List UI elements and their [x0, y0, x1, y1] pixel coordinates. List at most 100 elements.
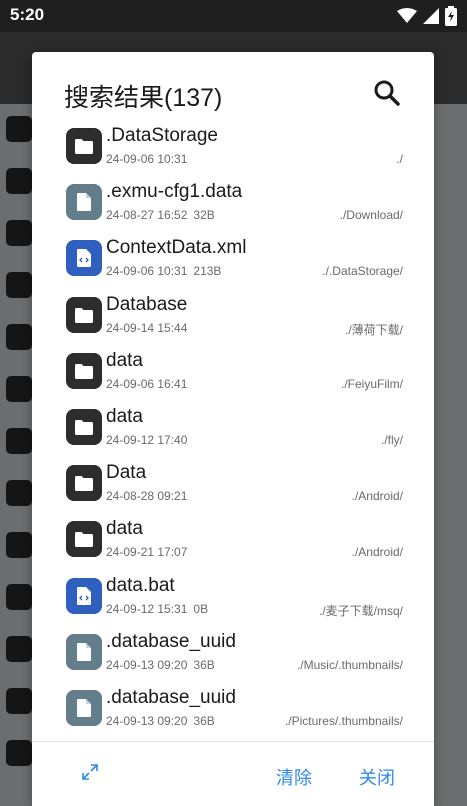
- folder-icon-badge: [66, 297, 102, 333]
- result-date: 24-08-27 16:52: [106, 208, 188, 222]
- result-path: ./Download/: [339, 208, 403, 222]
- result-date: 24-09-14 15:44: [106, 321, 188, 335]
- result-meta: 24-08-27 16:52 32B: [106, 208, 215, 222]
- result-date: 24-09-13 09:20: [106, 714, 188, 728]
- folder-icon: [75, 138, 93, 154]
- search-results-list[interactable]: .DataStorage 24-09-06 10:31 ./ .exmu-cfg1.d…: [32, 124, 434, 741]
- expand-icon: [82, 764, 98, 780]
- result-path: ./薄荷下载/: [344, 323, 403, 337]
- result-date: 24-09-06 10:31: [106, 264, 188, 278]
- result-date: 24-09-12 17:40: [106, 433, 188, 447]
- folder-icon-badge: [66, 465, 102, 501]
- result-row[interactable]: .database_uuid 24-09-13 09:20 36B ./Picture…: [32, 686, 434, 741]
- search-button[interactable]: [372, 78, 402, 108]
- folder-icon: [6, 688, 32, 714]
- search-icon: [374, 80, 400, 106]
- result-path: ./FeiyuFilm/: [340, 377, 403, 391]
- code-file-icon-badge: [66, 240, 102, 276]
- result-meta: 24-09-12 17:40: [106, 433, 187, 447]
- folder-icon: [6, 324, 32, 350]
- folder-icon: [6, 636, 32, 662]
- result-meta: 24-09-14 15:44: [106, 321, 187, 335]
- result-row[interactable]: Database 24-09-14 15:44 ./薄荷下载/: [32, 293, 434, 349]
- result-name: Database: [106, 294, 188, 315]
- folder-icon: [75, 307, 93, 323]
- result-name: .database_uuid: [106, 631, 236, 652]
- folder-icon: [6, 584, 32, 610]
- expand-button[interactable]: [80, 762, 100, 782]
- folder-icon: [6, 272, 32, 298]
- code-file-icon-badge: [66, 578, 102, 614]
- result-row[interactable]: data 24-09-21 17:07 ./Android/: [32, 517, 434, 573]
- result-path: ./Pictures/.thumbnails/: [284, 714, 403, 728]
- result-date: 24-08-28 09:21: [106, 489, 188, 503]
- folder-icon: [6, 168, 32, 194]
- dialog-footer: 清除 关闭: [32, 742, 434, 806]
- result-meta: 24-09-13 09:20 36B: [106, 714, 215, 728]
- result-size: 36B: [193, 714, 215, 728]
- result-row[interactable]: .DataStorage 24-09-06 10:31 ./: [32, 124, 434, 180]
- result-row[interactable]: data 24-09-06 16:41 ./FeiyuFilm/: [32, 349, 434, 405]
- result-size: 32B: [193, 208, 215, 222]
- result-row[interactable]: .database_uuid 24-09-13 09:20 36B ./Music/.…: [32, 630, 434, 686]
- folder-icon: [6, 532, 32, 558]
- result-name: data.bat: [106, 575, 175, 596]
- result-row[interactable]: Data 24-08-28 09:21 ./Android/: [32, 461, 434, 517]
- folder-icon: [6, 376, 32, 402]
- result-name: ContextData.xml: [106, 237, 247, 258]
- result-row[interactable]: .exmu-cfg1.data 24-08-27 16:52 32B ./Downlo…: [32, 180, 434, 236]
- result-row[interactable]: data.bat 24-09-12 15:31 0B ./麦子下载/msq/: [32, 574, 434, 630]
- status-bar: 5:20: [0, 0, 467, 32]
- folder-icon-badge: [66, 128, 102, 164]
- result-path: ./Android/: [351, 545, 403, 559]
- result-size: 213B: [193, 264, 222, 278]
- result-row[interactable]: data 24-09-12 17:40 ./fly/: [32, 405, 434, 461]
- code-file-icon: [77, 249, 91, 267]
- result-path: ./.DataStorage/: [322, 264, 403, 278]
- wifi-icon: [397, 8, 417, 23]
- result-name: .database_uuid: [106, 687, 236, 708]
- result-date: 24-09-12 15:31: [106, 602, 188, 616]
- result-path: ./Android/: [351, 489, 403, 503]
- result-meta: 24-09-06 10:31: [106, 152, 187, 166]
- result-path: ./: [396, 152, 403, 166]
- result-meta: 24-09-12 15:31 0B: [106, 602, 208, 616]
- folder-icon: [75, 419, 93, 435]
- code-file-icon: [77, 587, 91, 605]
- result-name: data: [106, 350, 143, 371]
- file-icon-badge: [66, 690, 102, 726]
- battery-charging-icon: [445, 6, 457, 26]
- result-meta: 24-09-13 09:20 36B: [106, 658, 215, 672]
- result-date: 24-09-21 17:07: [106, 545, 188, 559]
- result-path: ./麦子下载/msq/: [318, 604, 403, 618]
- folder-icon: [6, 116, 32, 142]
- result-name: Data: [106, 462, 147, 483]
- result-name: data: [106, 406, 143, 427]
- result-meta: 24-08-28 09:21: [106, 489, 187, 503]
- file-icon-badge: [66, 184, 102, 220]
- folder-icon: [75, 363, 93, 379]
- clear-button[interactable]: 清除: [276, 764, 312, 790]
- folder-icon: [75, 531, 93, 547]
- status-icons: [397, 6, 457, 26]
- file-icon: [77, 643, 91, 661]
- file-icon: [77, 699, 91, 717]
- folder-icon: [6, 740, 32, 766]
- result-meta: 24-09-21 17:07: [106, 545, 187, 559]
- file-icon-badge: [66, 634, 102, 670]
- result-name: .exmu-cfg1.data: [106, 181, 243, 202]
- result-name: .DataStorage: [106, 125, 218, 146]
- signal-icon: [423, 8, 439, 24]
- result-name: data: [106, 518, 143, 539]
- folder-icon-badge: [66, 353, 102, 389]
- file-icon: [77, 193, 91, 211]
- result-date: 24-09-06 10:31: [106, 152, 188, 166]
- result-date: 24-09-13 09:20: [106, 658, 188, 672]
- close-button[interactable]: 关闭: [359, 764, 395, 790]
- folder-icon-badge: [66, 409, 102, 445]
- result-path: ./Music/.thumbnails/: [296, 658, 403, 672]
- folder-icon-badge: [66, 521, 102, 557]
- folder-icon: [75, 475, 93, 491]
- result-row[interactable]: ContextData.xml 24-09-06 10:31 213B ./.Data…: [32, 236, 434, 292]
- result-meta: 24-09-06 10:31 213B: [106, 264, 221, 278]
